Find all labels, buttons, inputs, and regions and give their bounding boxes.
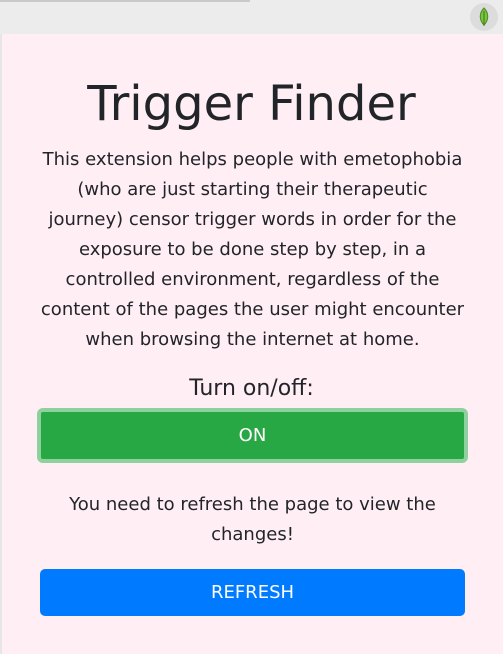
extension-description: This extension helps people with emetoph… bbox=[40, 149, 465, 350]
leaf-icon bbox=[479, 7, 489, 26]
refresh-note: You need to refresh the page to view the… bbox=[69, 494, 436, 545]
refresh-button-label: REFRESH bbox=[210, 582, 295, 603]
tab-strip bbox=[0, 0, 250, 2]
toggle-label: Turn on/off: bbox=[189, 376, 314, 401]
toggle-button-label: ON bbox=[238, 425, 267, 446]
page-title: Trigger Finder bbox=[87, 76, 416, 132]
refresh-button[interactable]: REFRESH bbox=[40, 569, 465, 616]
extension-button[interactable] bbox=[470, 3, 498, 31]
browser-toolbar bbox=[0, 0, 503, 34]
toggle-on-button[interactable]: ON bbox=[37, 408, 468, 463]
